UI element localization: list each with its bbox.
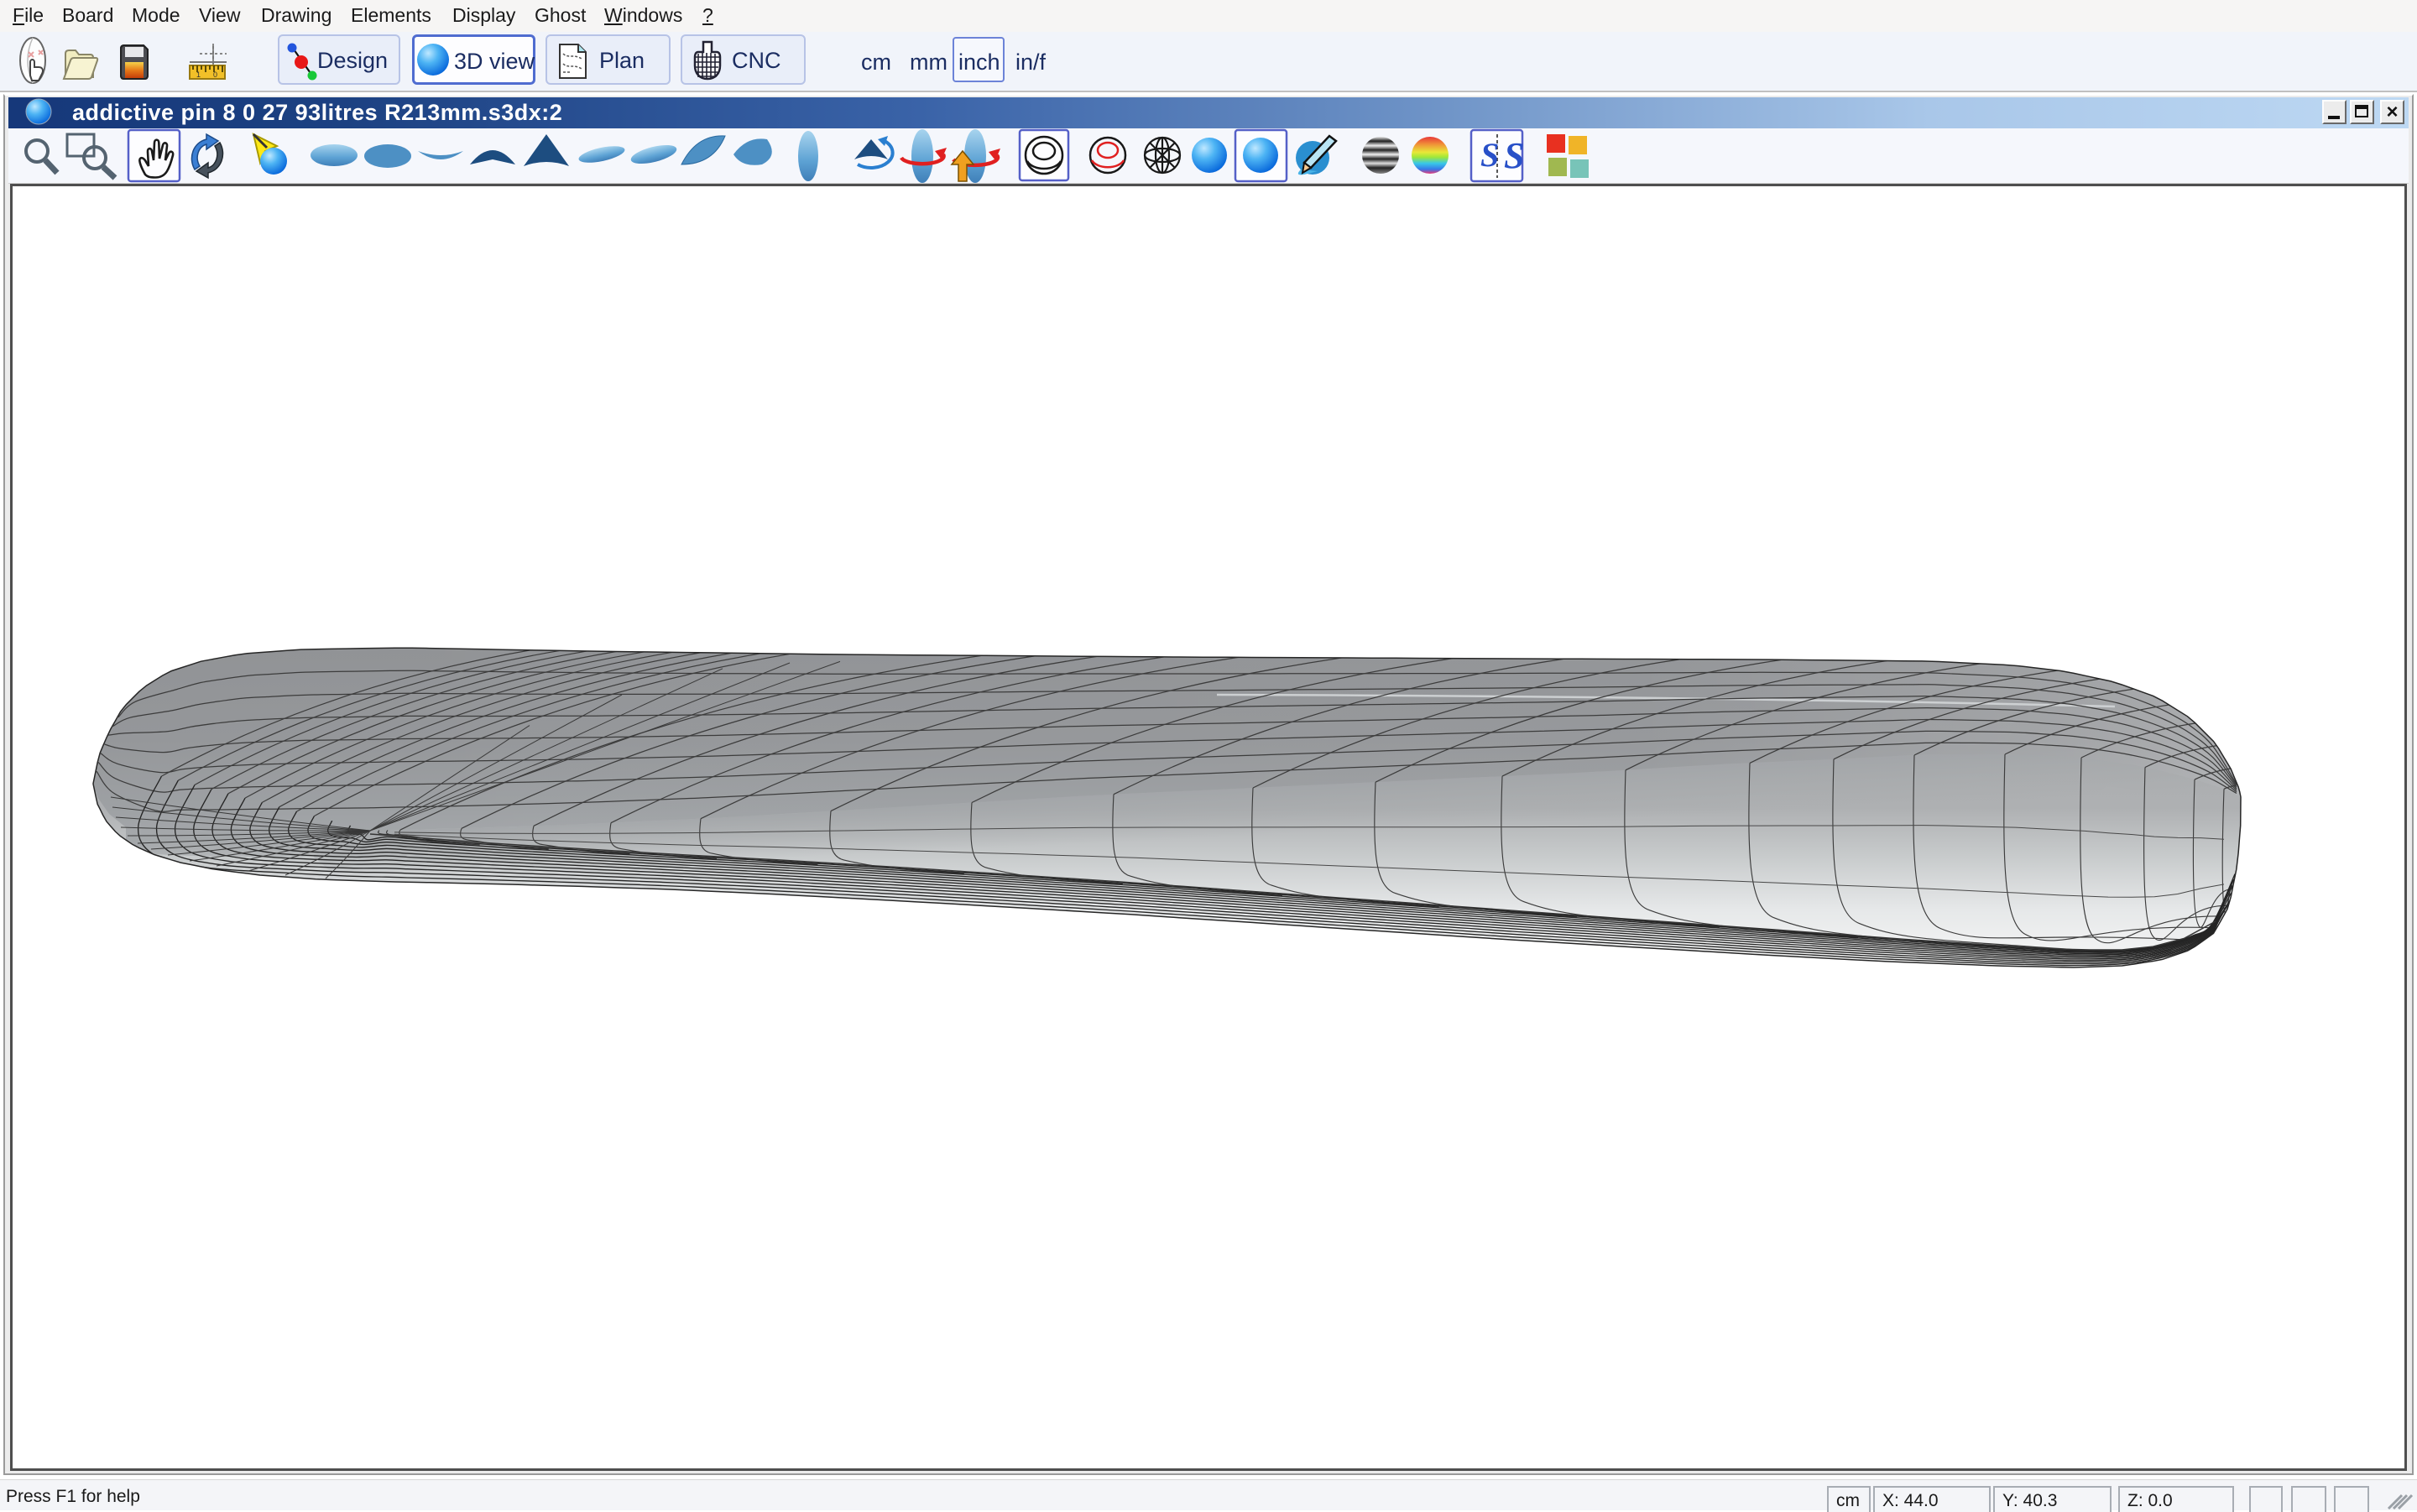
svg-text:S: S [1480, 136, 1499, 174]
svg-text:S: S [1504, 135, 1524, 176]
svg-text:0: 0 [213, 70, 217, 79]
svg-text:1: 1 [196, 70, 201, 79]
